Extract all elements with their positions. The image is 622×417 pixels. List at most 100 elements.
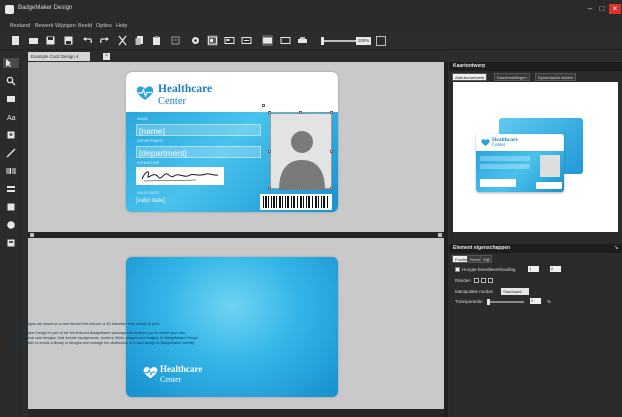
borders-label: Randen [455, 278, 471, 283]
border-style-option[interactable] [474, 278, 479, 283]
department-field[interactable]: [department] [136, 146, 261, 158]
rotate-handle[interactable] [262, 104, 265, 107]
transparency-slider[interactable] [488, 301, 524, 303]
resize-handle[interactable] [330, 150, 333, 153]
undo-icon[interactable] [82, 35, 93, 46]
menu-opties[interactable]: Opties [96, 23, 112, 29]
zoom-slider-thumb[interactable] [321, 37, 324, 45]
tab-dynamic-fields[interactable]: Dynamische velden [535, 73, 576, 81]
print-icon[interactable] [297, 35, 308, 46]
redo-icon[interactable] [99, 35, 110, 46]
preview-barcode [536, 182, 562, 189]
cut-icon[interactable] [117, 35, 128, 46]
resize-handle[interactable] [268, 111, 271, 114]
settings-icon[interactable] [190, 35, 201, 46]
app-window: BadgeMaker Design – □ × Bestand Bewerk W… [0, 0, 622, 417]
rectangle-tool-icon[interactable] [6, 202, 16, 212]
aspect-height-input[interactable]: 0 [550, 266, 561, 272]
view-icon[interactable] [262, 35, 273, 46]
select-tool-icon[interactable] [3, 58, 19, 68]
logo-healthcare: Healthcare [158, 83, 213, 95]
copy-icon[interactable] [134, 35, 145, 46]
preview-photo [540, 155, 560, 177]
card-design-panel-title: Kaartontwerp [449, 62, 622, 71]
database-tool-icon[interactable] [6, 238, 16, 248]
tools-sidebar: Aa [0, 50, 22, 417]
delete-icon[interactable] [170, 35, 181, 46]
zoom-value[interactable]: 100% [356, 37, 371, 45]
maximize-icon[interactable]: □ [597, 4, 607, 14]
zoom-tool-icon[interactable] [6, 76, 16, 86]
panel-menu-icon[interactable]: ↘ [611, 244, 621, 253]
barcode-tool-icon[interactable] [6, 166, 16, 176]
barcode-image[interactable] [260, 194, 332, 210]
ellipse-tool-icon[interactable] [6, 220, 16, 230]
menu-help[interactable]: Help [116, 23, 127, 29]
name-label: NAME [137, 117, 149, 121]
field-tool-icon[interactable] [6, 184, 16, 194]
resize-handle[interactable] [299, 187, 302, 190]
resize-handle[interactable] [268, 150, 271, 153]
manipulation-mode-dropdown[interactable]: Standaard [501, 288, 529, 295]
resize-handle[interactable] [268, 187, 271, 190]
save-icon[interactable] [45, 35, 56, 46]
valid-date-field[interactable]: [valid date] [136, 198, 165, 204]
border-style-option[interactable] [488, 278, 493, 283]
back-paragraph-2: BadgeMaker Design is part of the full fe… [14, 331, 198, 350]
aspect-ratio-checkbox[interactable] [455, 267, 460, 272]
aspect-ratio-label: Hoogte-breedteverhouding [462, 267, 516, 272]
image-tool-icon[interactable] [6, 94, 16, 104]
element-properties-title: Element eigenschappen [449, 244, 622, 253]
tab-example-card-design[interactable]: Example Card Design 4 [28, 52, 90, 61]
main-toolbar: 100% [0, 32, 622, 50]
window-title: BadgeMaker Design [18, 5, 73, 11]
resize-handle[interactable] [330, 187, 333, 190]
transparency-slider-thumb[interactable] [487, 299, 490, 305]
back-logo-center: Center [160, 375, 182, 384]
valid-date-label: VALID DATE [137, 191, 160, 195]
fit-screen-icon[interactable] [376, 36, 386, 46]
preview-field [480, 164, 530, 169]
card-separator [28, 232, 444, 238]
tab-close-icon[interactable]: × [103, 53, 110, 60]
canvas-bottom-bar [28, 409, 444, 417]
menu-bewerk[interactable]: Bewerk [35, 23, 53, 29]
preview-icon[interactable] [280, 35, 291, 46]
tab-style[interactable]: Stijl [480, 255, 493, 263]
transparency-label: Transparantie [455, 299, 483, 304]
name-field[interactable]: [name] [136, 124, 261, 136]
tab-print-preview[interactable]: Afdrukvoorbeeld [452, 73, 488, 81]
text-tool-icon[interactable]: Aa [6, 112, 16, 122]
transparency-unit: % [547, 299, 552, 304]
photo-tool-icon[interactable] [6, 130, 16, 140]
card-front-icon[interactable] [224, 35, 235, 46]
save-as-icon[interactable] [63, 35, 74, 46]
close-icon[interactable]: × [609, 4, 621, 14]
preview-field [480, 156, 530, 161]
resize-handle[interactable] [299, 111, 302, 114]
menu-beeld[interactable]: Beeld [78, 23, 92, 29]
menu-bestand[interactable]: Bestand [10, 23, 30, 29]
new-icon[interactable] [10, 35, 21, 46]
resize-handle[interactable] [330, 111, 333, 114]
paste-icon[interactable] [151, 35, 162, 46]
menu-wijzigen[interactable]: Wijzigen [55, 23, 76, 29]
logo-center: Center [158, 96, 186, 107]
back-paragraph-1: Card designs are based on a new format t… [14, 322, 161, 326]
zoom-slider-track[interactable] [322, 40, 356, 42]
tab-card-settings[interactable]: Kaartinstellingen [494, 73, 530, 81]
open-icon[interactable] [28, 35, 39, 46]
photo-placeholder[interactable] [270, 113, 332, 190]
transparency-input[interactable]: 0 [530, 298, 541, 304]
svg-text:Aa: Aa [7, 115, 16, 122]
card-back-icon[interactable] [241, 35, 252, 46]
manipulation-mode-label: Manipulatie modus [455, 289, 493, 294]
minimize-icon[interactable]: – [585, 4, 595, 14]
border-style-option[interactable] [481, 278, 486, 283]
layout-icon[interactable] [207, 35, 218, 46]
signature-image[interactable] [136, 167, 224, 185]
line-tool-icon[interactable] [6, 148, 16, 158]
canvas-scrollbar[interactable] [444, 62, 448, 417]
aspect-width-input[interactable]: 1 [528, 266, 539, 272]
document-tabs: Example Card Design 4 × [22, 50, 448, 61]
